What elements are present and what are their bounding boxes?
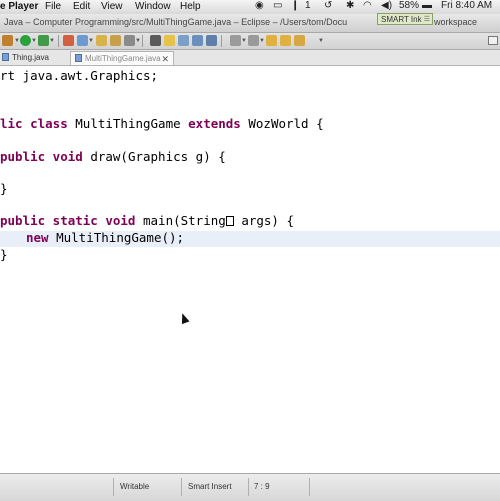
- status-bar: Writable Smart Insert 7 : 9: [0, 473, 500, 501]
- code-editor[interactable]: rt java.awt.Graphics; lic class MultiThi…: [0, 66, 500, 470]
- tab-thing-java[interactable]: Thing.java: [2, 51, 56, 65]
- tab-label: MultiThingGame.java: [85, 54, 161, 63]
- open-perspective-icon[interactable]: [488, 36, 498, 45]
- status-writable: Writable: [120, 482, 150, 491]
- show-whitespace-icon[interactable]: [178, 35, 189, 46]
- menu-help[interactable]: Help: [180, 1, 201, 12]
- time-machine-icon[interactable]: ↺: [324, 0, 332, 11]
- block-select-icon[interactable]: [192, 35, 203, 46]
- open-type-icon[interactable]: [96, 35, 107, 46]
- code-line-main-method: public static void main(String args) {: [0, 213, 295, 228]
- highlight-icon[interactable]: [164, 35, 175, 46]
- code-line-draw-method: public void draw(Graphics g) {: [0, 149, 226, 164]
- last-edit-icon[interactable]: [294, 35, 305, 46]
- chevron-down-icon[interactable]: ▼: [259, 38, 265, 44]
- menu-file[interactable]: File: [45, 1, 61, 12]
- grip-icon[interactable]: ☰: [424, 14, 430, 26]
- back-icon[interactable]: [266, 35, 277, 46]
- one-icon[interactable]: 1: [305, 0, 311, 11]
- code-line-class-decl: lic class MultiThingGame extends WozWorl…: [0, 116, 324, 131]
- wifi-icon[interactable]: ◠: [363, 0, 372, 11]
- status-divider: [181, 478, 182, 496]
- previous-annotation-icon[interactable]: [248, 35, 259, 46]
- tab-multithinggame-java[interactable]: MultiThingGame.java ✕: [70, 51, 174, 65]
- toolbar-divider: [142, 35, 143, 47]
- debug-icon[interactable]: [2, 35, 13, 46]
- status-cursor-position: 7 : 9: [254, 482, 270, 491]
- code-line-close-brace: }: [0, 181, 8, 196]
- menu-window[interactable]: Window: [135, 1, 171, 12]
- java-file-icon: [2, 53, 9, 61]
- battery-icon[interactable]: ▬: [422, 0, 432, 11]
- toggle-breadcrumb-icon[interactable]: [206, 35, 217, 46]
- clock[interactable]: Fri 8:40 AM: [441, 0, 492, 11]
- bluetooth-icon[interactable]: ✱: [346, 0, 354, 11]
- chevron-down-icon[interactable]: ▼: [135, 38, 141, 44]
- code-line-new-instance: new MultiThingGame();: [26, 230, 185, 245]
- app-menu[interactable]: e Player: [0, 1, 38, 12]
- display-icon[interactable]: ▭: [273, 0, 282, 11]
- code-line-final-brace: }: [0, 247, 8, 262]
- status-divider: [113, 478, 114, 496]
- caps-icon[interactable]: ❙: [291, 0, 299, 11]
- mouse-pointer-icon: [178, 311, 190, 325]
- close-icon[interactable]: ✕: [161, 52, 169, 66]
- screen-record-icon[interactable]: ◉: [255, 0, 264, 11]
- code-line-import: rt java.awt.Graphics;: [0, 68, 159, 83]
- volume-icon[interactable]: ◀): [381, 0, 392, 11]
- toolbar-divider: [221, 35, 222, 47]
- chevron-down-icon[interactable]: ▼: [49, 38, 55, 44]
- new-java-project-icon[interactable]: [63, 35, 74, 46]
- menu-view[interactable]: View: [101, 1, 123, 12]
- battery-text: 58%: [399, 0, 420, 11]
- chevron-down-icon[interactable]: ▼: [318, 38, 324, 44]
- array-bracket-glyph: [225, 216, 234, 226]
- forward-icon[interactable]: [280, 35, 291, 46]
- status-insert-mode: Smart Insert: [188, 482, 232, 491]
- chevron-down-icon[interactable]: ▼: [88, 38, 94, 44]
- toggle-mark-icon[interactable]: [150, 35, 161, 46]
- chevron-down-icon[interactable]: ▼: [241, 38, 247, 44]
- smart-ink-toolbar[interactable]: SMART Ink ☰: [377, 13, 433, 25]
- search-icon[interactable]: [124, 35, 135, 46]
- smart-ink-label: SMART Ink: [381, 15, 422, 24]
- run-icon[interactable]: [20, 35, 31, 46]
- main-toolbar: ▼ ▼ ▼ ▼ ▼ ▼ ▼ ▼: [0, 33, 500, 50]
- menu-edit[interactable]: Edit: [73, 1, 90, 12]
- new-package-icon[interactable]: [77, 35, 88, 46]
- window-title: Java – Computer Programming/src/MultiThi…: [4, 17, 348, 27]
- editor-tab-bar: Thing.java MultiThingGame.java ✕: [0, 50, 500, 66]
- java-file-icon: [75, 54, 82, 62]
- next-annotation-icon[interactable]: [230, 35, 241, 46]
- window-title-right: workspace: [434, 17, 478, 27]
- tab-label: Thing.java: [12, 53, 49, 62]
- toolbar-divider: [58, 35, 59, 47]
- status-divider: [248, 478, 249, 496]
- chevron-down-icon[interactable]: ▼: [31, 38, 37, 44]
- open-folder-icon[interactable]: [110, 35, 121, 46]
- external-tools-icon[interactable]: [38, 35, 49, 46]
- status-divider: [309, 478, 310, 496]
